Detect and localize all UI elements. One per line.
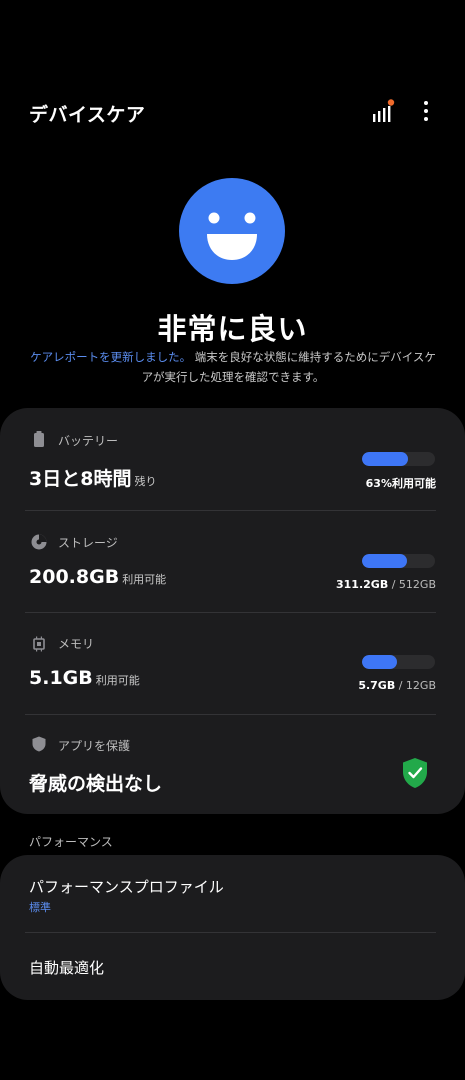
battery-icon — [34, 431, 44, 447]
memory-value-text: 5.1GB — [29, 667, 93, 689]
storage-label: ストレージ — [58, 536, 118, 550]
memory-bar-fill — [362, 655, 397, 669]
memory-unit: 利用可能 — [95, 674, 140, 687]
storage-bar-fill — [362, 554, 407, 568]
battery-bar — [362, 452, 435, 466]
performance-section-header: パフォーマンス — [29, 835, 113, 849]
signal-bars-icon — [373, 99, 395, 122]
battery-label: バッテリー — [58, 434, 119, 448]
care-report-link[interactable]: ケアレポートを更新しました。 — [30, 350, 191, 364]
performance-card: パフォーマンスプロファイル 標準 自動最適化 — [0, 855, 465, 1000]
storage-caption: 311.2GB / 512GB — [336, 578, 436, 591]
app-protection-row[interactable]: アプリを保護 脅威の検出なし — [0, 715, 465, 814]
shield-icon — [32, 736, 46, 752]
app-bar: デバイスケア — [0, 96, 465, 132]
app-protection-value: 脅威の検出なし — [29, 769, 162, 796]
performance-profile-item[interactable]: パフォーマンスプロファイル 標準 — [0, 855, 465, 932]
page-title: デバイスケア — [29, 104, 146, 126]
more-options-button[interactable] — [412, 98, 440, 126]
memory-caption: 5.7GB / 12GB — [358, 679, 436, 692]
memory-value: 5.1GB 利用可能 — [29, 667, 140, 689]
memory-row[interactable]: メモリ 5.1GB 利用可能 5.7GB / 12GB — [0, 613, 465, 714]
more-vertical-icon — [424, 101, 428, 121]
app-protection-label: アプリを保護 — [58, 739, 131, 753]
memory-chip-icon — [33, 636, 45, 652]
memory-bar — [362, 655, 435, 669]
status-card: バッテリー 3日と8時間 残り 63%利用可能 ストレージ 200.8GB 利用可能… — [0, 408, 465, 814]
battery-unit: 残り — [134, 475, 157, 488]
status-title: 非常に良い — [157, 312, 308, 346]
memory-used: 5.7GB — [358, 679, 396, 692]
app-protection-value-text: 脅威の検出なし — [29, 773, 163, 795]
performance-profile-title: パフォーマンスプロファイル — [29, 878, 224, 896]
pie-chart-icon — [31, 534, 47, 550]
battery-bar-fill — [362, 452, 408, 466]
shield-check-icon — [403, 758, 427, 788]
auto-optimize-title: 自動最適化 — [29, 959, 105, 977]
battery-value-text: 3日と8時間 — [29, 468, 132, 490]
storage-used: 311.2GB — [336, 578, 389, 591]
performance-profile-value: 標準 — [29, 901, 51, 914]
storage-bar — [362, 554, 435, 568]
storage-total: 512GB — [398, 578, 436, 591]
storage-unit: 利用可能 — [122, 573, 167, 586]
battery-caption: 63%利用可能 — [365, 477, 436, 490]
battery-row[interactable]: バッテリー 3日と8時間 残り 63%利用可能 — [0, 408, 465, 510]
memory-total: 12GB — [405, 679, 436, 692]
status-description: ケアレポートを更新しました。 端末を良好な状態に維持するためにデバイスケアが実行… — [28, 347, 438, 387]
storage-value-text: 200.8GB — [29, 566, 120, 588]
auto-optimize-item[interactable]: 自動最適化 — [0, 933, 465, 1000]
storage-value: 200.8GB 利用可能 — [29, 566, 166, 588]
battery-value: 3日と8時間 残り — [29, 464, 156, 491]
storage-row[interactable]: ストレージ 200.8GB 利用可能 311.2GB / 512GB — [0, 511, 465, 612]
report-button[interactable] — [368, 98, 396, 126]
smiley-face-icon — [179, 178, 285, 284]
memory-label: メモリ — [58, 637, 95, 651]
